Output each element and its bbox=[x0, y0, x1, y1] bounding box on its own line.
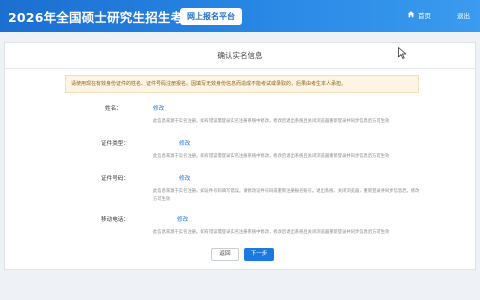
logout-link[interactable]: 退出 bbox=[457, 10, 470, 20]
platform-badge: 网上报名平台 bbox=[180, 8, 242, 25]
real-name-info-card: 确认实名信息 请使用现在有效身份证件的姓名、证件号码注册报名。因填写无效身份信息… bbox=[4, 42, 476, 270]
field-note-id-number: 此信息来源于实名注册。如证件号码填写错误，请修改证件号码或重新注册报名账号。退出… bbox=[153, 189, 420, 202]
top-header-bar: 2026年全国硕士研究生招生考试 网上报名平台 首页 退出 bbox=[0, 0, 480, 32]
field-note-name: 此信息来源于实名注册。如有错误需登录实名注册系统中修改，修改后退出系统且关闭浏览… bbox=[153, 119, 390, 124]
field-label-id-number: 证件号码： bbox=[101, 176, 129, 182]
mouse-cursor-icon bbox=[398, 47, 407, 59]
field-label-mobile: 移动电话： bbox=[101, 217, 129, 223]
edit-id-type-link[interactable]: 修改 bbox=[179, 139, 190, 147]
site-title: 2026年全国硕士研究生招生考试 bbox=[8, 10, 196, 25]
next-button[interactable]: 下一步 bbox=[244, 248, 274, 261]
notice-banner: 请使用现在有效身份证件的姓名、证件号码注册报名。因填写无效身份信息而造成不能考试… bbox=[65, 75, 419, 93]
field-note-mobile: 此信息来源于实名注册。如有错误需登录实名注册系统中修改，修改后退出系统且关闭浏览… bbox=[153, 230, 390, 235]
edit-id-number-link[interactable]: 修改 bbox=[179, 174, 190, 182]
edit-mobile-link[interactable]: 修改 bbox=[177, 215, 188, 223]
edit-name-link[interactable]: 修改 bbox=[153, 104, 164, 112]
home-link-label: 首页 bbox=[418, 12, 431, 20]
back-button[interactable]: 返回 bbox=[211, 248, 239, 261]
field-label-name: 姓名： bbox=[105, 106, 122, 112]
home-link[interactable]: 首页 bbox=[407, 10, 431, 20]
field-note-id-type: 此信息来源于实名注册。如有错误需登录实名注册系统中修改，修改后退出系统且关闭浏览… bbox=[153, 154, 390, 159]
home-icon bbox=[407, 10, 415, 20]
field-label-id-type: 证件类型： bbox=[101, 141, 129, 147]
